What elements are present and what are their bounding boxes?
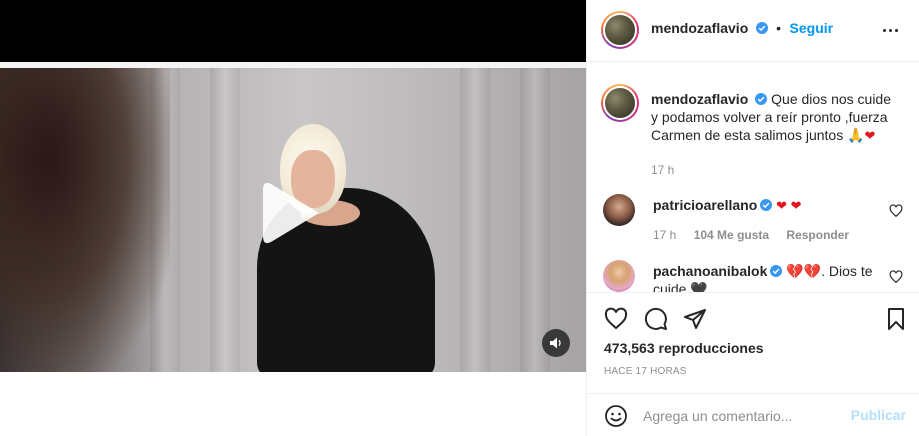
media-letterbox-top: [0, 0, 586, 62]
comment-like-heart-icon[interactable]: [889, 204, 903, 218]
caption-meta: 17 h: [651, 163, 901, 177]
commenter-username[interactable]: pachanoanibalok: [653, 263, 767, 279]
play-icon[interactable]: [257, 180, 323, 246]
post-header: mendozaflavio • Seguir: [587, 0, 919, 62]
post-timestamp[interactable]: HACE 17 HORAS: [604, 366, 687, 377]
publish-button[interactable]: Publicar: [851, 407, 906, 423]
caption-text-block: mendozaflavio Que dios nos cuide y podam…: [651, 90, 901, 145]
caption-author-avatar-image: [603, 86, 637, 120]
smiley-icon[interactable]: [604, 404, 628, 428]
comment-text: ❤ ❤: [776, 198, 802, 213]
media-letterbox-bottom: [0, 372, 586, 436]
view-count[interactable]: 473,563 reproducciones: [604, 340, 764, 356]
post-actions: 473,563 reproducciones HACE 17 HORAS: [587, 292, 919, 388]
comment-body: patricioarellano ❤ ❤: [653, 196, 883, 215]
caption-age[interactable]: 17 h: [651, 163, 674, 177]
bookmark-icon[interactable]: [884, 307, 908, 331]
post-media: [0, 0, 586, 436]
comment-bubble-icon[interactable]: [644, 307, 668, 331]
comment-meta: 17 h 104 Me gusta Responder: [653, 228, 849, 242]
commenter-username[interactable]: patricioarellano: [653, 197, 757, 213]
comment-likes-count[interactable]: 104 Me gusta: [694, 228, 769, 242]
caption-author-username[interactable]: mendozaflavio: [651, 91, 748, 107]
commenter-avatar[interactable]: [603, 260, 635, 292]
author-avatar[interactable]: [601, 11, 639, 49]
verified-badge-icon: [770, 265, 783, 277]
curtain-fold: [520, 68, 550, 372]
more-options-icon[interactable]: [878, 18, 902, 42]
commenter-avatar[interactable]: [603, 194, 635, 226]
red-heart-emoji: ❤: [864, 128, 876, 143]
speaker-icon[interactable]: [542, 329, 570, 357]
verified-badge-icon: [760, 199, 773, 211]
curtain-fold: [460, 68, 490, 372]
video-foreground-blur: [0, 68, 170, 372]
author-avatar-image: [603, 13, 637, 47]
verified-badge-icon: [755, 93, 768, 105]
comment-input[interactable]: [643, 405, 843, 427]
curtain-fold: [210, 68, 240, 372]
praying-hands-emoji: 🙏: [847, 127, 865, 143]
follow-button[interactable]: Seguir: [790, 20, 834, 36]
comments-list[interactable]: mendozaflavio Que dios nos cuide y podam…: [587, 62, 919, 292]
comment-text: . Dios: [821, 263, 857, 279]
post-sidebar: mendozaflavio • Seguir mendozaflavio Que…: [586, 0, 919, 436]
comment-body: pachanoanibalok 💔💔. Dios te cuide 🖤: [653, 262, 883, 292]
comment-composer: Publicar: [587, 393, 919, 436]
paper-plane-icon[interactable]: [683, 307, 707, 331]
verified-badge-icon: [755, 22, 768, 34]
comment-reply-button[interactable]: Responder: [786, 228, 849, 242]
header-author-line: mendozaflavio • Seguir: [651, 20, 833, 38]
caption-author-avatar[interactable]: [601, 84, 639, 122]
comment-like-heart-icon[interactable]: [889, 270, 903, 284]
author-username[interactable]: mendozaflavio: [651, 20, 748, 36]
post-caption: mendozaflavio Que dios nos cuide y podam…: [651, 90, 901, 177]
header-separator: •: [776, 20, 782, 36]
heart-outline-icon[interactable]: [604, 307, 628, 331]
broken-heart-emoji: 💔💔: [786, 263, 822, 279]
comment-age[interactable]: 17 h: [653, 228, 676, 242]
